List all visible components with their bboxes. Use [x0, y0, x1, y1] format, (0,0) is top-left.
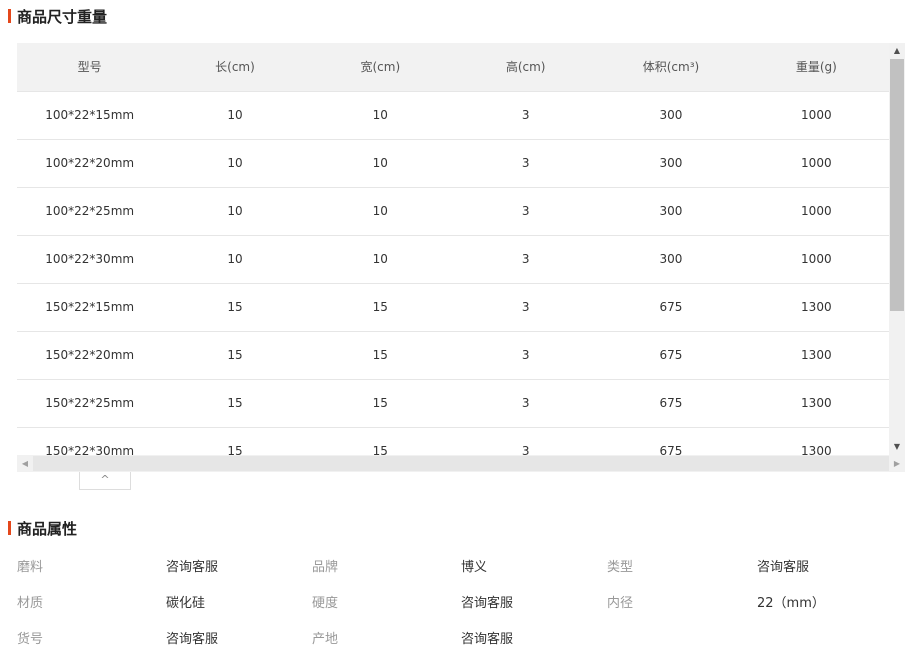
table-row: 100*22*25mm 10 10 3 300 1000	[17, 186, 889, 235]
attr-label-material: 材质	[17, 596, 44, 611]
cell-width: 10	[307, 138, 453, 187]
attr-label-abrasive: 磨料	[17, 560, 44, 575]
cell-model: 150*22*20mm	[17, 330, 163, 379]
cell-width: 15	[307, 378, 453, 427]
attr-section-title: 商品属性	[8, 518, 77, 538]
scroll-down-arrow-icon[interactable]: ▼	[889, 439, 905, 455]
horizontal-scroll-thumb[interactable]	[33, 456, 889, 471]
attr-label-hardness: 硬度	[312, 596, 339, 611]
cell-volume: 675	[598, 282, 744, 331]
cell-length: 15	[162, 330, 308, 379]
cell-volume: 675	[598, 378, 744, 427]
attr-label-item-no: 货号	[17, 632, 44, 647]
cell-weight: 1300	[743, 378, 889, 427]
cell-volume: 675	[598, 330, 744, 379]
table-row: 150*22*25mm 15 15 3 675 1300	[17, 378, 889, 427]
table-row: 100*22*30mm 10 10 3 300 1000	[17, 234, 889, 283]
cell-weight: 1000	[743, 186, 889, 235]
cell-height: 3	[452, 90, 599, 139]
attr-value-type: 咨询客服	[757, 560, 810, 575]
cell-length: 10	[162, 90, 308, 139]
attr-label-brand: 品牌	[312, 560, 339, 575]
header-height: 高(cm)	[452, 43, 599, 91]
cell-length: 10	[162, 138, 308, 187]
attr-value-brand: 博义	[461, 560, 488, 575]
size-table-container: 型号 长(cm) 宽(cm) 高(cm) 体积(cm³) 重量(g) 100*2…	[17, 43, 905, 473]
vertical-scrollbar[interactable]: ▲ ▼	[889, 43, 905, 455]
cell-volume: 300	[598, 234, 744, 283]
size-table: 型号 长(cm) 宽(cm) 高(cm) 体积(cm³) 重量(g) 100*2…	[17, 43, 889, 473]
cell-width: 10	[307, 186, 453, 235]
attr-label-origin: 产地	[312, 632, 339, 647]
cell-model: 100*22*20mm	[17, 138, 163, 187]
attr-value-material: 碳化硅	[166, 596, 206, 611]
cell-length: 10	[162, 234, 308, 283]
cell-height: 3	[452, 234, 599, 283]
cell-length: 10	[162, 186, 308, 235]
cell-width: 10	[307, 90, 453, 139]
cell-weight: 1000	[743, 138, 889, 187]
cell-height: 3	[452, 330, 599, 379]
cell-volume: 300	[598, 186, 744, 235]
cell-weight: 1300	[743, 282, 889, 331]
scroll-right-arrow-icon[interactable]: ▶	[889, 455, 905, 472]
attr-value-origin: 咨询客服	[461, 632, 514, 647]
table-row: 100*22*20mm 10 10 3 300 1000	[17, 138, 889, 187]
header-width: 宽(cm)	[307, 43, 453, 91]
horizontal-scrollbar[interactable]: ◀ ▶	[17, 455, 905, 472]
size-section-title-text: 商品尺寸重量	[17, 7, 108, 26]
header-length: 长(cm)	[162, 43, 308, 91]
cell-weight: 1300	[743, 330, 889, 379]
cell-height: 3	[452, 138, 599, 187]
cell-model: 100*22*15mm	[17, 90, 163, 139]
cell-height: 3	[452, 282, 599, 331]
attr-label-inner-diameter: 内径	[607, 596, 634, 611]
table-header-row: 型号 长(cm) 宽(cm) 高(cm) 体积(cm³) 重量(g)	[17, 43, 889, 91]
cell-width: 10	[307, 234, 453, 283]
size-section-title: 商品尺寸重量	[8, 6, 107, 26]
attr-value-hardness: 咨询客服	[461, 596, 514, 611]
cell-volume: 300	[598, 90, 744, 139]
header-model: 型号	[17, 43, 163, 91]
cell-weight: 1000	[743, 234, 889, 283]
cell-model: 100*22*25mm	[17, 186, 163, 235]
title-accent-bar	[8, 9, 11, 23]
attr-value-abrasive: 咨询客服	[166, 560, 219, 575]
attr-section-title-text: 商品属性	[17, 519, 78, 538]
cell-length: 15	[162, 282, 308, 331]
cell-weight: 1000	[743, 90, 889, 139]
cell-height: 3	[452, 186, 599, 235]
scroll-left-arrow-icon[interactable]: ◀	[17, 455, 33, 472]
scroll-up-arrow-icon[interactable]: ▲	[889, 43, 905, 59]
chevron-up-icon: ^	[100, 473, 110, 486]
title-accent-bar	[8, 521, 11, 535]
cell-height: 3	[452, 378, 599, 427]
attr-value-item-no: 咨询客服	[166, 632, 219, 647]
attr-value-inner-diameter: 22（mm）	[757, 596, 825, 611]
cell-model: 150*22*15mm	[17, 282, 163, 331]
table-row: 150*22*20mm 15 15 3 675 1300	[17, 330, 889, 379]
cell-width: 15	[307, 282, 453, 331]
cell-model: 100*22*30mm	[17, 234, 163, 283]
attr-label-type: 类型	[607, 560, 634, 575]
vertical-scroll-thumb[interactable]	[890, 59, 904, 311]
table-row: 150*22*15mm 15 15 3 675 1300	[17, 282, 889, 331]
header-weight: 重量(g)	[743, 43, 889, 91]
cell-volume: 300	[598, 138, 744, 187]
cell-model: 150*22*25mm	[17, 378, 163, 427]
cell-length: 15	[162, 378, 308, 427]
collapse-table-button[interactable]: ^	[79, 472, 131, 490]
table-row: 100*22*15mm 10 10 3 300 1000	[17, 90, 889, 139]
cell-width: 15	[307, 330, 453, 379]
header-volume: 体积(cm³)	[598, 43, 744, 91]
